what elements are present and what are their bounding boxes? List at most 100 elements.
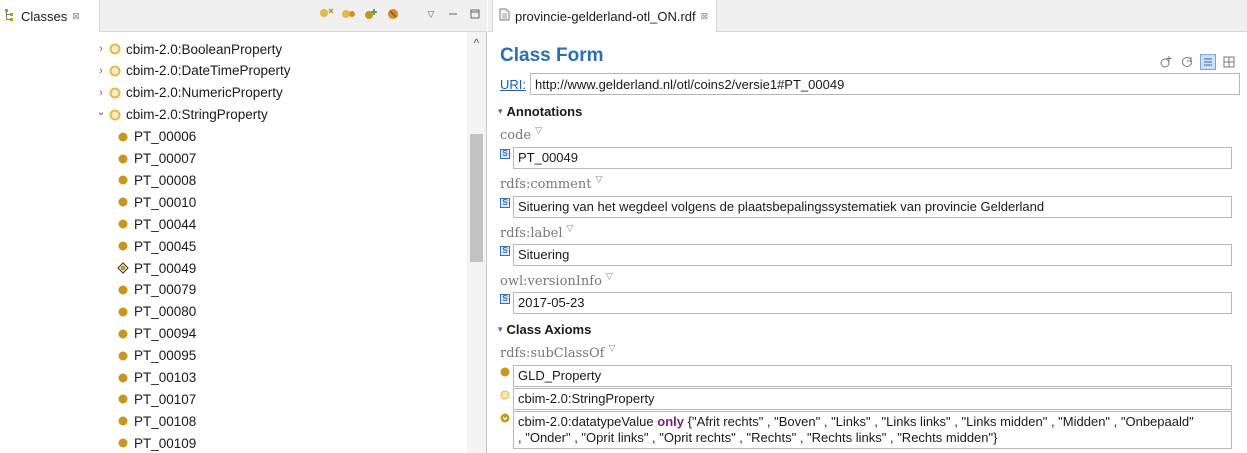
version-info-value-field[interactable]: 2017-05-23 xyxy=(513,292,1232,314)
tab-classes[interactable]: Classes ⊠ xyxy=(0,0,100,32)
comment-label-text: rdfs:comment xyxy=(500,177,592,192)
maximize-icon[interactable] xyxy=(467,6,483,22)
restriction-value-field[interactable]: cbim-2.0:datatypeValue only {"Afrit rech… xyxy=(513,411,1232,449)
expand-icon[interactable]: › xyxy=(94,65,108,77)
tree-item-individual[interactable]: PT_00109 xyxy=(0,432,468,453)
close-icon[interactable]: ⊠ xyxy=(72,11,80,22)
add-sibling-icon[interactable] xyxy=(341,6,357,22)
expand-icon[interactable]: › xyxy=(94,87,108,99)
tree-item-label: PT_00045 xyxy=(134,238,197,254)
classes-tabbar: Classes ⊠ ▽ xyxy=(0,0,487,32)
collapse-icon[interactable]: ⌄ xyxy=(94,105,108,118)
tree-item-individual[interactable]: PT_00049 xyxy=(0,257,468,279)
tree-item-label: PT_00044 xyxy=(134,216,197,232)
individual-icon xyxy=(116,217,130,231)
tree-item-individual[interactable]: PT_00103 xyxy=(0,367,468,389)
superclass-row: cbim-2.0:StringProperty xyxy=(500,388,1232,410)
tree-item-class[interactable]: › cbim-2.0:NumericProperty xyxy=(0,82,468,104)
property-menu-icon[interactable]: ▽ xyxy=(535,126,542,136)
class-hierarchy-icon xyxy=(4,8,16,25)
add-instance-icon[interactable] xyxy=(363,6,379,22)
add-subclass-icon[interactable] xyxy=(319,6,335,22)
tree-item-individual[interactable]: PT_00080 xyxy=(0,301,468,323)
section-class-axioms[interactable]: ▾ Class Axioms xyxy=(498,322,591,337)
collapse-icon[interactable]: ▾ xyxy=(498,106,503,117)
file-icon xyxy=(499,8,510,24)
comment-value-field[interactable]: Situering van het wegdeel volgens de pla… xyxy=(513,196,1232,218)
table-layout-icon[interactable] xyxy=(1221,54,1237,70)
delete-icon[interactable] xyxy=(385,6,401,22)
superclass-value-field[interactable]: cbim-2.0:StringProperty xyxy=(513,388,1232,410)
tree-item-individual[interactable]: PT_00095 xyxy=(0,345,468,367)
class-tree: › cbim-2.0:BooleanProperty › cbim-2.0:DateT… xyxy=(0,36,468,453)
tree-item-label: PT_00103 xyxy=(134,370,197,385)
version-info-label: owl:versionInfo ▽ xyxy=(500,272,613,290)
uri-field[interactable]: http://www.gelderland.nl/otl/coins2/vers… xyxy=(530,73,1240,95)
tree-item-label: cbim-2.0:BooleanProperty xyxy=(126,41,283,57)
tree-item-individual[interactable]: PT_00007 xyxy=(0,148,468,170)
tree-item-class[interactable]: ⌄ cbim-2.0:StringProperty xyxy=(0,104,468,126)
code-value-row: S PT_00049 xyxy=(500,147,1232,169)
class-circle-icon xyxy=(500,367,510,377)
uri-link[interactable]: URI: xyxy=(500,77,526,92)
property-menu-icon[interactable]: ▽ xyxy=(566,224,573,234)
tab-rdf-file-label: provincie-gelderland-otl_ON.rdf xyxy=(515,8,696,24)
tree-item-individual[interactable]: PT_00045 xyxy=(0,235,468,257)
tree-item-class[interactable]: › cbim-2.0:DateTimeProperty xyxy=(0,60,468,82)
expand-icon[interactable]: › xyxy=(94,43,108,55)
tree-item-label: PT_00094 xyxy=(134,326,197,342)
individual-icon xyxy=(116,414,130,428)
s-badge: S xyxy=(500,198,510,208)
scroll-up-arrow[interactable]: ^ xyxy=(467,36,486,52)
individual-icon xyxy=(116,436,130,450)
code-value-field[interactable]: PT_00049 xyxy=(513,147,1232,169)
view-menu-icon[interactable]: ▽ xyxy=(423,6,439,22)
superclass-value-field[interactable]: GLD_Property xyxy=(513,365,1232,387)
code-label-text: code xyxy=(500,128,532,143)
property-menu-icon[interactable]: ▽ xyxy=(608,344,615,354)
individual-icon xyxy=(116,152,130,166)
section-annotations-label: Annotations xyxy=(506,104,583,119)
rdfs-label-label: rdfs:label ▽ xyxy=(500,224,573,242)
version-info-value-row: S 2017-05-23 xyxy=(500,292,1232,314)
tree-item-individual[interactable]: PT_00108 xyxy=(0,410,468,432)
string-literal-icon: S xyxy=(500,294,510,304)
individual-icon xyxy=(116,130,130,144)
scroll-thumb[interactable] xyxy=(470,134,483,262)
tree-item-label: PT_00095 xyxy=(134,348,197,364)
section-annotations[interactable]: ▾ Annotations xyxy=(498,104,582,119)
class-icon xyxy=(108,86,122,100)
individual-icon xyxy=(116,327,130,341)
tree-item-label: PT_00107 xyxy=(134,391,197,407)
property-menu-icon[interactable]: ▽ xyxy=(595,175,602,185)
add-annotation-icon[interactable] xyxy=(1158,54,1174,70)
subclassof-label: rdfs:subClassOf ▽ xyxy=(500,344,615,362)
close-icon[interactable]: ⊠ xyxy=(701,11,709,22)
property-menu-icon[interactable]: ▽ xyxy=(606,272,613,282)
tree-item-individual[interactable]: PT_00107 xyxy=(0,388,468,410)
rdfs-label-value-field[interactable]: Situering xyxy=(513,244,1232,266)
s-badge: S xyxy=(500,246,510,256)
selected-individual-icon xyxy=(116,261,130,275)
tree-item-individual[interactable]: PT_00044 xyxy=(0,213,468,235)
section-class-axioms-label: Class Axioms xyxy=(506,322,592,337)
tree-item-individual[interactable]: PT_00079 xyxy=(0,279,468,301)
code-label: code ▽ xyxy=(500,126,542,144)
tree-item-individual[interactable]: PT_00094 xyxy=(0,323,468,345)
class-circle-icon xyxy=(500,390,510,400)
tree-item-class[interactable]: › cbim-2.0:BooleanProperty xyxy=(0,38,468,60)
editor-tabbar: provincie-gelderland-otl_ON.rdf ⊠ xyxy=(488,0,1247,32)
classes-toolbar: ▽ xyxy=(319,6,483,22)
class-icon xyxy=(108,64,122,78)
tab-classes-label: Classes xyxy=(21,8,68,24)
tree-item-individual[interactable]: PT_00008 xyxy=(0,169,468,191)
tree-scrollbar[interactable]: ^ xyxy=(467,32,486,453)
minimize-icon[interactable] xyxy=(445,6,461,22)
tab-rdf-file[interactable]: provincie-gelderland-otl_ON.rdf ⊠ xyxy=(492,0,718,32)
tree-item-individual[interactable]: PT_00006 xyxy=(0,126,468,148)
refresh-icon[interactable] xyxy=(1179,54,1195,70)
tree-item-individual[interactable]: PT_00010 xyxy=(0,191,468,213)
version-info-label-text: owl:versionInfo xyxy=(500,274,602,289)
collapse-icon[interactable]: ▾ xyxy=(498,324,503,335)
form-layout-icon[interactable] xyxy=(1200,54,1216,70)
